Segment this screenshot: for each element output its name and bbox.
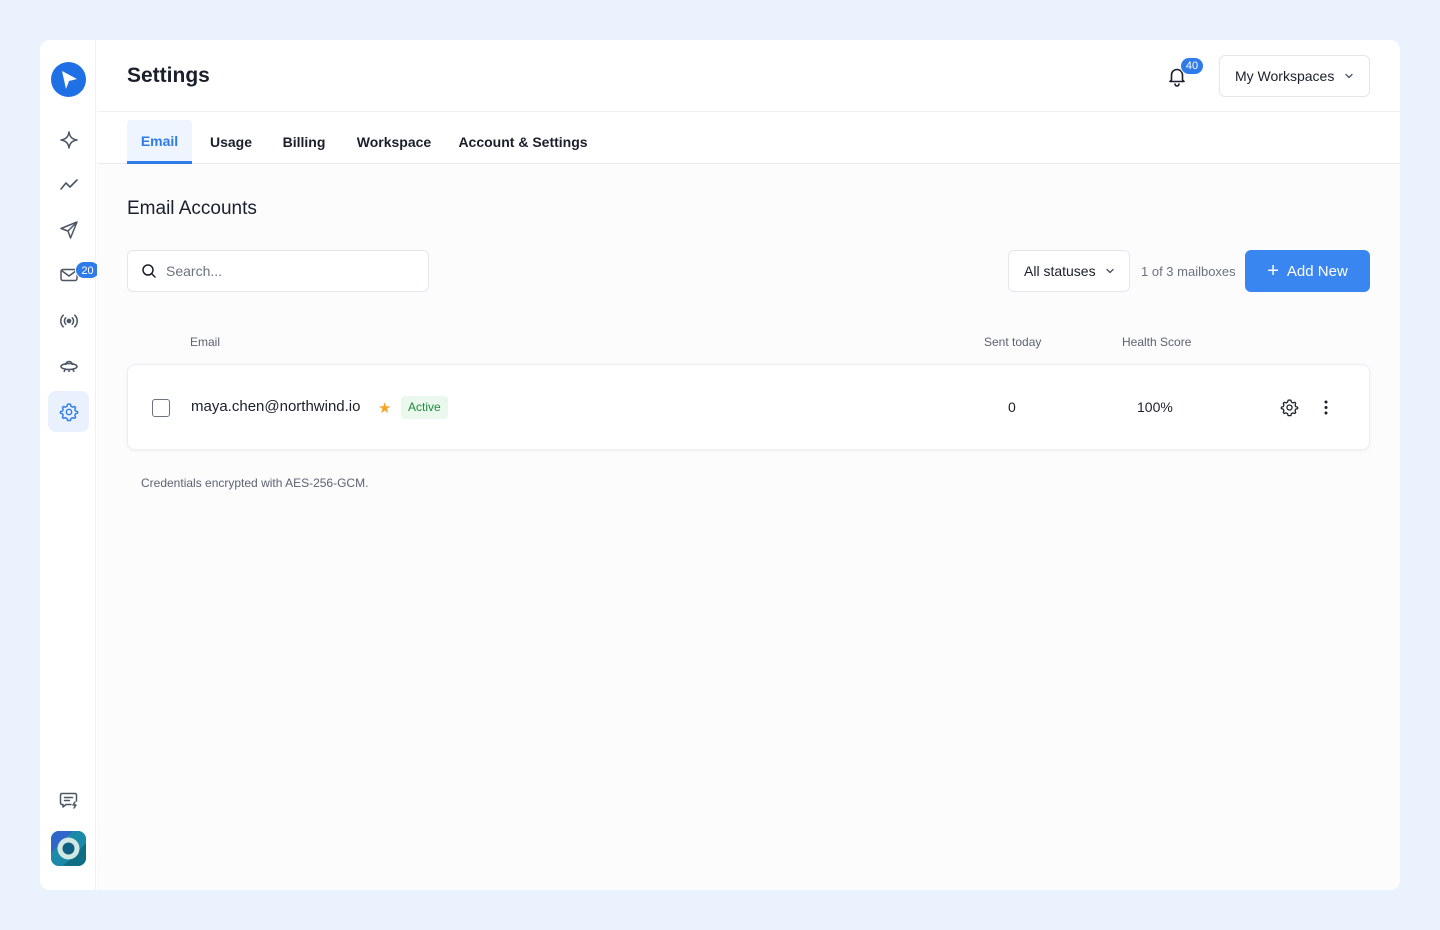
sidebar-item-ai[interactable]: [48, 119, 89, 160]
logo[interactable]: [51, 62, 86, 97]
avatar-icon: [51, 831, 86, 866]
plus-icon: +: [1267, 260, 1279, 282]
search-input[interactable]: [166, 263, 406, 279]
search-box[interactable]: [127, 250, 429, 292]
page-title: Settings: [127, 64, 210, 87]
main-panel: Settings 40 My Workspaces Email Usage Bi…: [97, 40, 1400, 890]
encryption-footnote: Credentials encrypted with AES-256-GCM.: [141, 476, 369, 490]
gear-icon: [1280, 399, 1299, 417]
more-vertical-icon: [1324, 400, 1328, 415]
settings-tabs: Email Usage Billing Workspace Account & …: [97, 112, 1400, 164]
row-settings-button[interactable]: [1280, 398, 1299, 422]
notification-count-badge: 40: [1180, 57, 1204, 75]
add-new-label: Add New: [1286, 262, 1348, 280]
header: Settings 40 My Workspaces: [97, 40, 1400, 112]
sidebar-item-feedback[interactable]: [48, 779, 89, 820]
section-title: Email Accounts: [127, 198, 257, 219]
user-avatar[interactable]: [51, 831, 86, 866]
sidebar-item-analytics[interactable]: [48, 164, 89, 205]
tab-workspace[interactable]: Workspace: [347, 120, 441, 164]
tab-usage[interactable]: Usage: [197, 120, 265, 164]
send-icon: [59, 220, 78, 239]
row-sent-today: 0: [1008, 399, 1016, 415]
workspace-label: My Workspaces: [1235, 68, 1335, 84]
sparkle-icon: [59, 130, 78, 149]
tab-billing[interactable]: Billing: [273, 120, 335, 164]
ufo-icon: [59, 360, 78, 372]
table-row: maya.chen@northwind.io ★ Active 0 100%: [127, 364, 1370, 450]
mailbox-count: 1 of 3 mailboxes: [1141, 264, 1236, 279]
gear-icon: [59, 402, 78, 421]
status-badge: Active: [401, 396, 448, 419]
workspace-selector[interactable]: My Workspaces: [1219, 55, 1370, 97]
sidebar-item-settings[interactable]: [48, 391, 89, 432]
sidebar-item-campaigns[interactable]: [48, 209, 89, 250]
sidebar-item-broadcast[interactable]: [48, 300, 89, 341]
tab-email[interactable]: Email: [127, 120, 192, 164]
email-accounts-section: Email Accounts All statuses 1 of 3 mailb…: [97, 164, 1400, 890]
app-window: 20 Settings 40 My Workspaces Email Usage…: [40, 40, 1400, 890]
row-more-button[interactable]: [1323, 398, 1329, 422]
status-filter-dropdown[interactable]: All statuses: [1008, 250, 1130, 292]
add-new-button[interactable]: + Add New: [1245, 250, 1370, 292]
column-header-health-score: Health Score: [1122, 335, 1192, 349]
trend-icon: [59, 178, 78, 190]
row-email: maya.chen@northwind.io: [191, 398, 361, 415]
search-icon: [142, 264, 156, 278]
star-icon: ★: [378, 400, 392, 417]
chevron-down-icon: [1345, 73, 1353, 79]
play-arrow-logo-icon: [61, 70, 77, 89]
broadcast-icon: [59, 313, 78, 328]
chevron-down-icon: [1106, 268, 1114, 274]
sidebar-item-integrations[interactable]: [48, 345, 89, 386]
column-header-sent-today: Sent today: [984, 335, 1042, 349]
status-filter-label: All statuses: [1024, 263, 1096, 279]
tab-account-settings[interactable]: Account & Settings: [452, 120, 594, 164]
column-header-email: Email: [190, 335, 221, 349]
sidebar: 20: [40, 40, 100, 890]
row-health-score: 100%: [1137, 399, 1173, 415]
row-checkbox[interactable]: [152, 399, 170, 417]
sidebar-item-inbox[interactable]: 20: [48, 254, 100, 295]
chat-bolt-icon: [59, 792, 77, 809]
